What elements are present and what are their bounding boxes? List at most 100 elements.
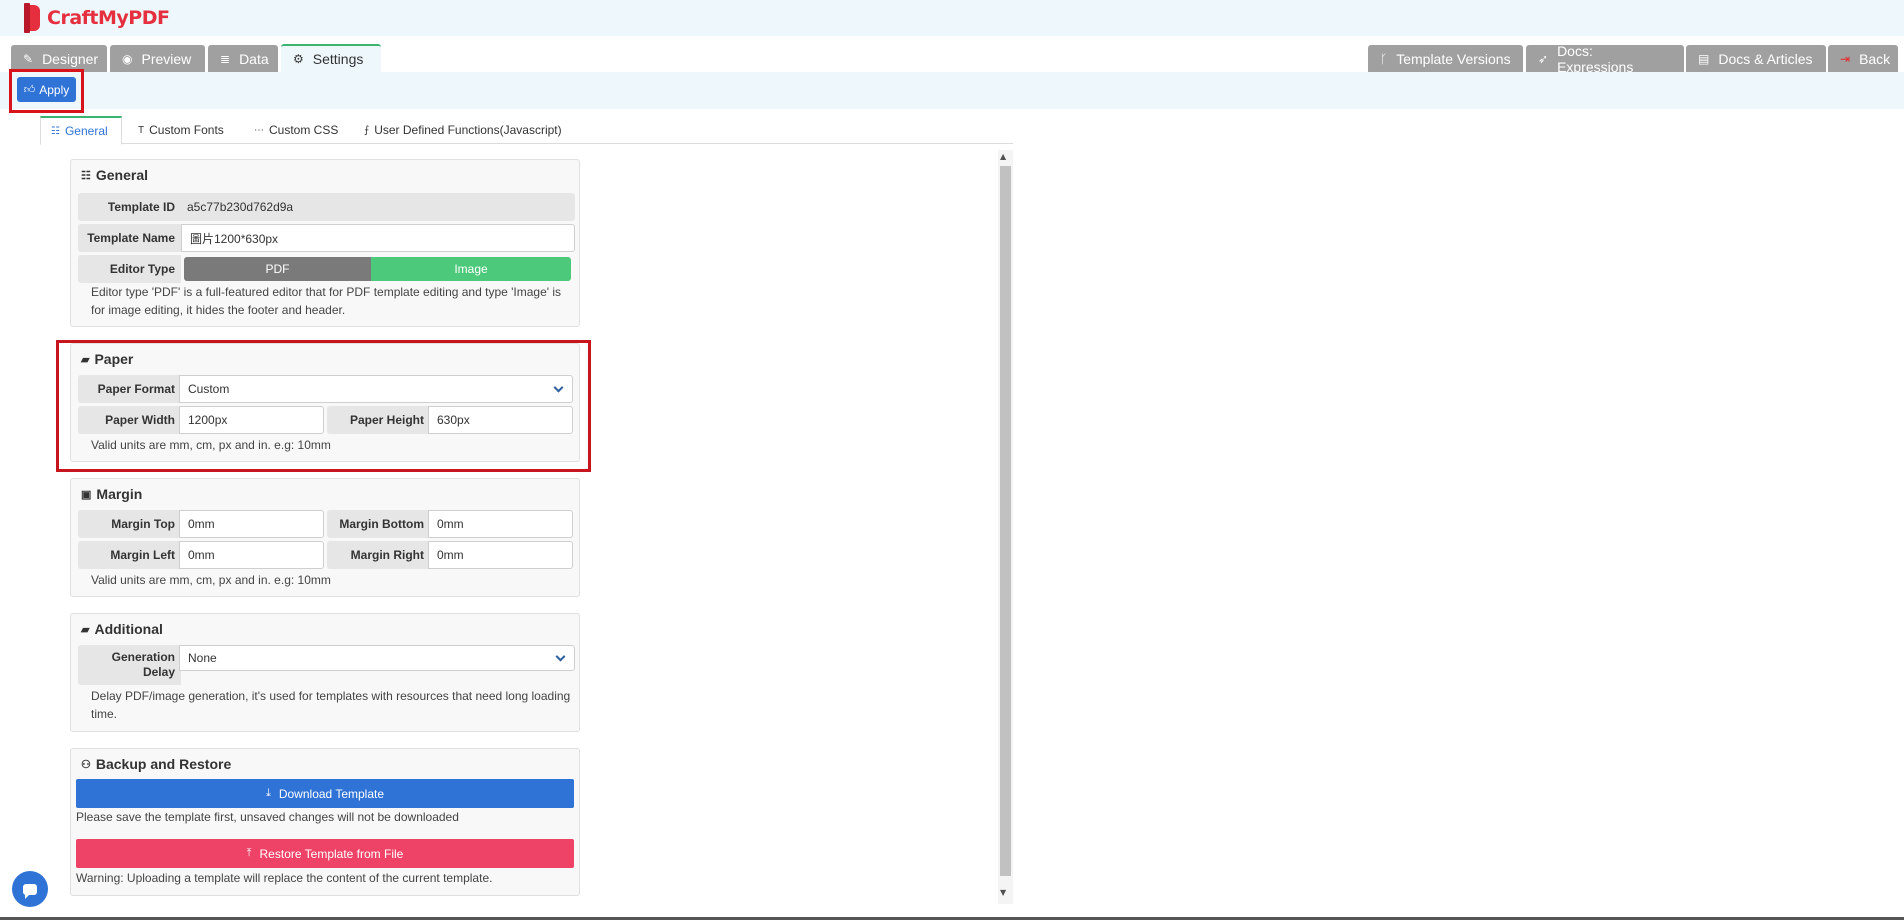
- thumbs-up-icon: 👍︎: [23, 84, 36, 96]
- tab-preview[interactable]: ◉ Preview: [110, 45, 205, 72]
- subtab-user-functions[interactable]: ⨍ User Defined Functions(Javascript): [354, 116, 572, 144]
- tab-label: Template Versions: [1396, 50, 1511, 67]
- margin-top-label: Margin Top: [78, 510, 181, 538]
- generation-delay-label-line1: Generation: [111, 650, 175, 664]
- backup-card-title: ⚇ Backup and Restore: [81, 756, 231, 772]
- download-icon: ⤓: [265, 787, 271, 799]
- margin-top-input[interactable]: 0mm: [179, 510, 324, 538]
- download-note: Please save the template first, unsaved …: [76, 810, 459, 824]
- exit-icon: ⇥: [1840, 51, 1851, 66]
- download-template-label: Download Template: [278, 786, 385, 801]
- backup-title-text: Backup and Restore: [95, 756, 232, 772]
- function-icon: ⨍: [364, 124, 370, 136]
- generation-delay-label: Generation Delay: [78, 645, 181, 685]
- template-id-label: Template ID: [78, 193, 181, 221]
- editor-type-image-option[interactable]: Image: [371, 257, 571, 281]
- additional-card-title: ▰ Additional: [81, 621, 163, 637]
- paper-card-title: ▰ Paper: [81, 351, 133, 367]
- general-title-text: General: [95, 167, 149, 183]
- general-card: ☷ General Template ID a5c77b230d762d9a T…: [70, 159, 580, 327]
- branch-icon: ᚴ: [1380, 51, 1388, 66]
- margin-icon: ▣: [81, 488, 92, 501]
- scroll-down-arrow-icon[interactable]: ▼: [1000, 888, 1006, 897]
- tab-label: Designer: [42, 50, 99, 67]
- generation-delay-value: None: [188, 651, 217, 665]
- code-icon: ⋯: [254, 124, 264, 136]
- logo-text: CraftMyPDF: [47, 7, 170, 29]
- sliders-icon: ☷: [51, 125, 60, 137]
- paper-width-label: Paper Width: [78, 406, 181, 434]
- paper-width-input[interactable]: 1200px: [179, 406, 324, 434]
- scroll-up-arrow-icon[interactable]: ▲: [1000, 152, 1006, 161]
- eye-icon: ◉: [122, 51, 133, 66]
- editor-type-label: Editor Type: [78, 255, 181, 283]
- tab-docs-articles[interactable]: ▤ Docs & Articles: [1686, 45, 1826, 72]
- rocket-icon: ➶: [1538, 51, 1549, 66]
- margin-right-input[interactable]: 0mm: [428, 541, 573, 569]
- book-icon: ▤: [1698, 51, 1710, 66]
- tab-label: Preview: [141, 50, 192, 67]
- restore-note: Warning: Uploading a template will repla…: [76, 871, 493, 885]
- apply-button[interactable]: 👍︎ Apply: [17, 77, 76, 102]
- tab-data[interactable]: ≣ Data: [208, 45, 278, 72]
- users-icon: ⚇: [81, 758, 91, 771]
- file-icon: ▰: [81, 353, 90, 366]
- chat-bubble-icon: [23, 883, 37, 899]
- logo[interactable]: CraftMyPDF: [24, 3, 170, 33]
- top-header: CraftMyPDF: [0, 0, 1904, 36]
- tab-label: Back: [1859, 50, 1891, 67]
- database-icon: ≣: [220, 51, 231, 66]
- margin-left-label: Margin Left: [78, 541, 181, 569]
- editor-type-pdf-option[interactable]: PDF: [184, 257, 371, 281]
- paper-format-select[interactable]: Custom: [179, 375, 573, 403]
- paper-height-input[interactable]: 630px: [428, 406, 573, 434]
- tab-settings[interactable]: ⚙ Settings: [281, 44, 381, 72]
- margin-card-title: ▣ Margin: [81, 486, 142, 502]
- download-template-button[interactable]: ⤓ Download Template: [76, 779, 574, 808]
- text-icon: T: [138, 124, 145, 136]
- tab-docs-expressions[interactable]: ➶ Docs: Expressions: [1526, 42, 1684, 75]
- chevron-down-icon: [555, 651, 566, 662]
- pencil-icon: ✎: [23, 51, 34, 66]
- logo-mark-icon: [24, 3, 44, 33]
- chat-support-button[interactable]: [12, 871, 48, 907]
- margin-right-label: Margin Right: [327, 541, 430, 569]
- generation-delay-help: Delay PDF/image generation, it's used fo…: [91, 689, 571, 721]
- subtab-label: Custom Fonts: [149, 123, 224, 137]
- template-name-label: Template Name: [78, 224, 181, 252]
- template-name-input[interactable]: 圖片1200*630px: [181, 224, 575, 252]
- tab-label: Settings: [312, 51, 364, 67]
- tab-template-versions[interactable]: ᚴ Template Versions: [1368, 45, 1523, 72]
- restore-template-button[interactable]: ⤒ Restore Template from File: [76, 839, 574, 868]
- paper-format-value: Custom: [188, 382, 230, 396]
- sliders-icon: ☷: [81, 169, 91, 182]
- tab-label: Data: [239, 50, 269, 67]
- apply-bar: [0, 72, 1904, 109]
- paper-format-label: Paper Format: [78, 375, 181, 403]
- tab-label: Docs: Expressions: [1557, 42, 1634, 75]
- tab-designer[interactable]: ✎ Designer: [11, 45, 107, 72]
- template-id-value: a5c77b230d762d9a: [181, 193, 575, 221]
- general-card-title: ☷ General: [81, 167, 148, 183]
- margin-help: Valid units are mm, cm, px and in. e.g: …: [91, 573, 331, 587]
- editor-type-help: Editor type 'PDF' is a full-featured edi…: [91, 285, 562, 317]
- subtab-label: General: [64, 124, 108, 138]
- subtab-custom-fonts[interactable]: T Custom Fonts: [128, 116, 234, 144]
- subtab-custom-css[interactable]: ⋯ Custom CSS: [244, 116, 348, 144]
- margin-left-input[interactable]: 0mm: [179, 541, 324, 569]
- margin-bottom-input[interactable]: 0mm: [428, 510, 573, 538]
- main-tab-bar: ✎ Designer ◉ Preview ≣ Data ⚙ Settings ᚴ…: [0, 36, 1904, 75]
- margin-title-text: Margin: [96, 486, 143, 502]
- scrollbar-thumb[interactable]: [1000, 166, 1011, 876]
- generation-delay-select[interactable]: None: [179, 645, 575, 671]
- subtab-general[interactable]: ☷ General: [40, 116, 122, 145]
- tab-back[interactable]: ⇥ Back: [1828, 45, 1898, 72]
- paper-help: Valid units are mm, cm, px and in. e.g: …: [91, 438, 331, 452]
- settings-sub-tabs: ☷ General T Custom Fonts ⋯ Custom CSS ⨍ …: [40, 116, 1013, 145]
- additional-card: ▰ Additional Generation Delay None Delay…: [70, 613, 580, 732]
- subtab-label: User Defined Functions(Javascript): [374, 123, 562, 137]
- apply-label: Apply: [39, 82, 70, 97]
- gears-icon: ⚙: [293, 52, 304, 66]
- subtab-label: Custom CSS: [269, 123, 339, 137]
- paper-title-text: Paper: [94, 351, 134, 367]
